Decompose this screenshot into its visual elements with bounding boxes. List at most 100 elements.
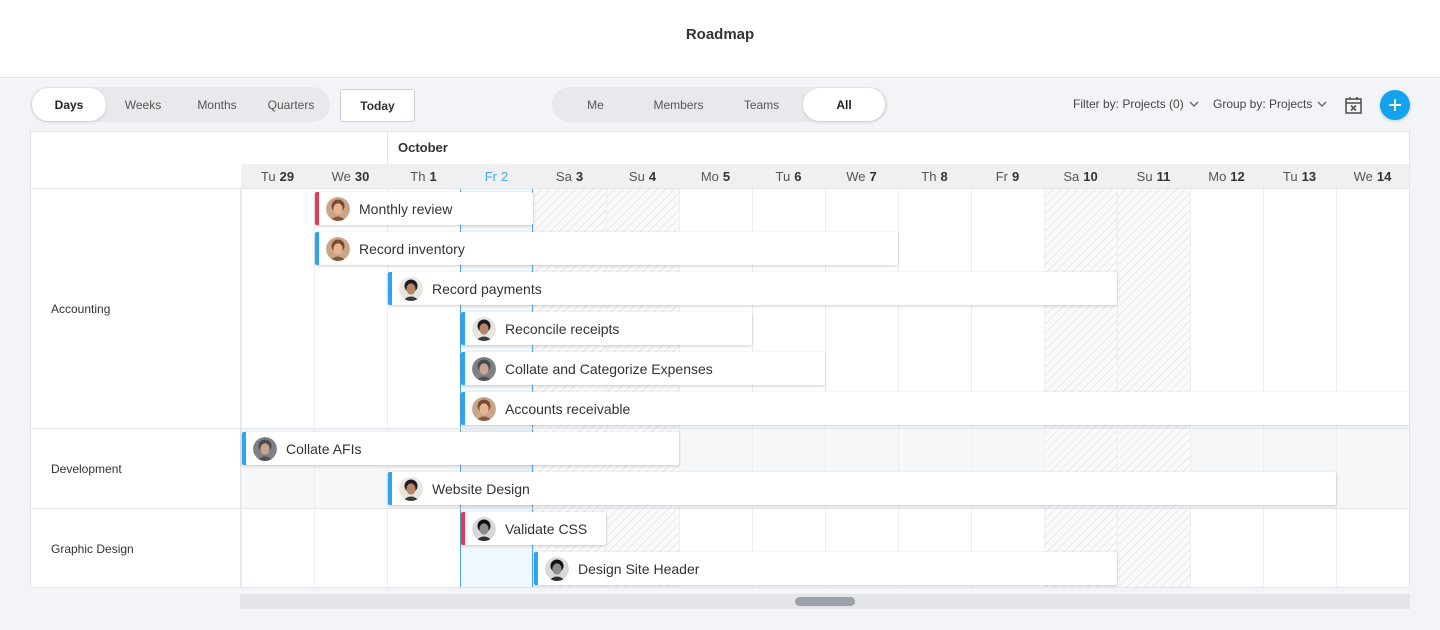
task-label: Website Design bbox=[432, 480, 530, 497]
avatar bbox=[399, 276, 423, 301]
add-button[interactable] bbox=[1380, 90, 1410, 120]
time-scale-switcher: Days Weeks Months Quarters bbox=[30, 87, 330, 122]
calendar-x-icon[interactable] bbox=[1344, 96, 1363, 115]
horizontal-scrollbar[interactable] bbox=[240, 594, 1410, 609]
day-of-week: We bbox=[1353, 168, 1373, 184]
day-number: 9 bbox=[1012, 168, 1020, 184]
day-header: We 14 bbox=[1336, 164, 1409, 188]
day-number: 7 bbox=[869, 168, 877, 184]
task-status-accent bbox=[315, 192, 319, 225]
tab-quarters[interactable]: Quarters bbox=[254, 88, 328, 121]
task-bar[interactable]: Accounts receivable bbox=[461, 392, 1409, 425]
day-of-week: Mo bbox=[700, 168, 719, 184]
task-bar[interactable]: Monthly review bbox=[315, 192, 533, 225]
avatar bbox=[472, 356, 496, 381]
chevron-down-icon bbox=[1317, 101, 1327, 107]
task-status-accent bbox=[461, 392, 465, 425]
day-header: Tu 6 bbox=[752, 164, 825, 188]
header-divider bbox=[31, 188, 1409, 189]
day-number: 13 bbox=[1301, 168, 1317, 184]
task-status-accent bbox=[461, 512, 465, 545]
day-header: Sa 10 bbox=[1044, 164, 1117, 188]
tab-all[interactable]: All bbox=[803, 88, 885, 121]
task-label: Design Site Header bbox=[578, 560, 700, 577]
day-column bbox=[1117, 188, 1190, 587]
day-number: 8 bbox=[940, 168, 948, 184]
day-header: We 7 bbox=[825, 164, 898, 188]
day-number: 4 bbox=[648, 168, 657, 184]
task-bar[interactable]: Website Design bbox=[388, 472, 1336, 505]
avatar bbox=[326, 196, 350, 221]
day-header: Su 4 bbox=[606, 164, 679, 188]
roadmap-board: October Tu 29 We 30 Th 1 Fr 2 Sa 3 Su 4 Mo 5 Tu 6 We 7 Th 8… bbox=[30, 131, 1410, 588]
day-header: Sa 3 bbox=[533, 164, 606, 188]
day-column bbox=[1336, 188, 1409, 587]
task-status-accent bbox=[315, 232, 319, 265]
task-status-accent bbox=[461, 312, 465, 345]
tab-days[interactable]: Days bbox=[32, 88, 106, 121]
scrollbar-thumb[interactable] bbox=[795, 597, 855, 606]
day-number: 14 bbox=[1376, 168, 1392, 184]
plus-icon bbox=[1389, 99, 1401, 111]
day-column bbox=[1044, 188, 1117, 587]
today-button[interactable]: Today bbox=[340, 89, 415, 122]
task-status-accent bbox=[388, 272, 392, 305]
task-status-accent bbox=[461, 352, 465, 385]
task-bar[interactable]: Record payments bbox=[388, 272, 1117, 305]
day-of-week: Su bbox=[1136, 168, 1153, 184]
avatar bbox=[472, 316, 496, 341]
day-number: 12 bbox=[1230, 168, 1245, 184]
tab-teams[interactable]: Teams bbox=[720, 88, 803, 121]
day-number: 10 bbox=[1083, 168, 1098, 184]
tab-members[interactable]: Members bbox=[637, 88, 720, 121]
task-bar[interactable]: Design Site Header bbox=[534, 552, 1117, 585]
avatar bbox=[326, 236, 350, 261]
avatar bbox=[399, 476, 423, 501]
day-column bbox=[971, 188, 1044, 587]
day-number: 2 bbox=[501, 168, 509, 184]
task-label: Record inventory bbox=[359, 240, 465, 257]
month-divider bbox=[387, 132, 388, 164]
group-dropdown-label: Group by: Projects bbox=[1213, 97, 1313, 111]
task-bar[interactable]: Collate AFIs bbox=[242, 432, 679, 465]
month-label: October bbox=[398, 140, 448, 155]
day-of-week: Sa bbox=[555, 168, 572, 184]
day-of-week: Th bbox=[921, 168, 937, 184]
avatar bbox=[253, 436, 277, 461]
task-label: Reconcile receipts bbox=[505, 320, 620, 337]
task-status-accent bbox=[534, 552, 538, 585]
task-label: Record payments bbox=[432, 280, 542, 297]
filter-dropdown[interactable]: Filter by: Projects (0) bbox=[1073, 97, 1199, 111]
tab-me[interactable]: Me bbox=[554, 88, 637, 121]
filter-dropdown-label: Filter by: Projects (0) bbox=[1073, 97, 1184, 111]
chevron-down-icon bbox=[1189, 101, 1199, 107]
task-label: Validate CSS bbox=[505, 520, 588, 537]
task-status-accent bbox=[388, 472, 392, 505]
day-header: Tu 13 bbox=[1263, 164, 1336, 188]
group-dropdown[interactable]: Group by: Projects bbox=[1213, 97, 1327, 111]
scope-switcher: Me Members Teams All bbox=[552, 87, 888, 122]
day-of-week: Fr bbox=[484, 168, 498, 184]
day-header: Su 11 bbox=[1117, 164, 1190, 188]
task-bar[interactable]: Record inventory bbox=[315, 232, 898, 265]
day-header: Mo 5 bbox=[679, 164, 752, 188]
day-number: 30 bbox=[354, 168, 370, 184]
task-label: Accounts receivable bbox=[505, 400, 631, 417]
day-of-week: We bbox=[846, 168, 866, 184]
day-header: Th 8 bbox=[898, 164, 971, 188]
task-bar[interactable]: Validate CSS bbox=[461, 512, 606, 545]
task-label: Collate AFIs bbox=[286, 440, 362, 457]
group-label-graphic-design: Graphic Design bbox=[51, 542, 134, 556]
tab-months[interactable]: Months bbox=[180, 88, 254, 121]
tab-weeks[interactable]: Weeks bbox=[106, 88, 180, 121]
day-number: 5 bbox=[722, 168, 731, 184]
day-number: 29 bbox=[279, 168, 295, 184]
task-label: Monthly review bbox=[359, 200, 453, 217]
task-bar[interactable]: Collate and Categorize Expenses bbox=[461, 352, 825, 385]
day-number: 11 bbox=[1156, 168, 1171, 184]
day-number: 1 bbox=[429, 168, 437, 184]
day-of-week: Mo bbox=[1208, 168, 1227, 184]
task-label: Collate and Categorize Expenses bbox=[505, 360, 713, 377]
day-of-week: Th bbox=[410, 168, 426, 184]
task-bar[interactable]: Reconcile receipts bbox=[461, 312, 752, 345]
